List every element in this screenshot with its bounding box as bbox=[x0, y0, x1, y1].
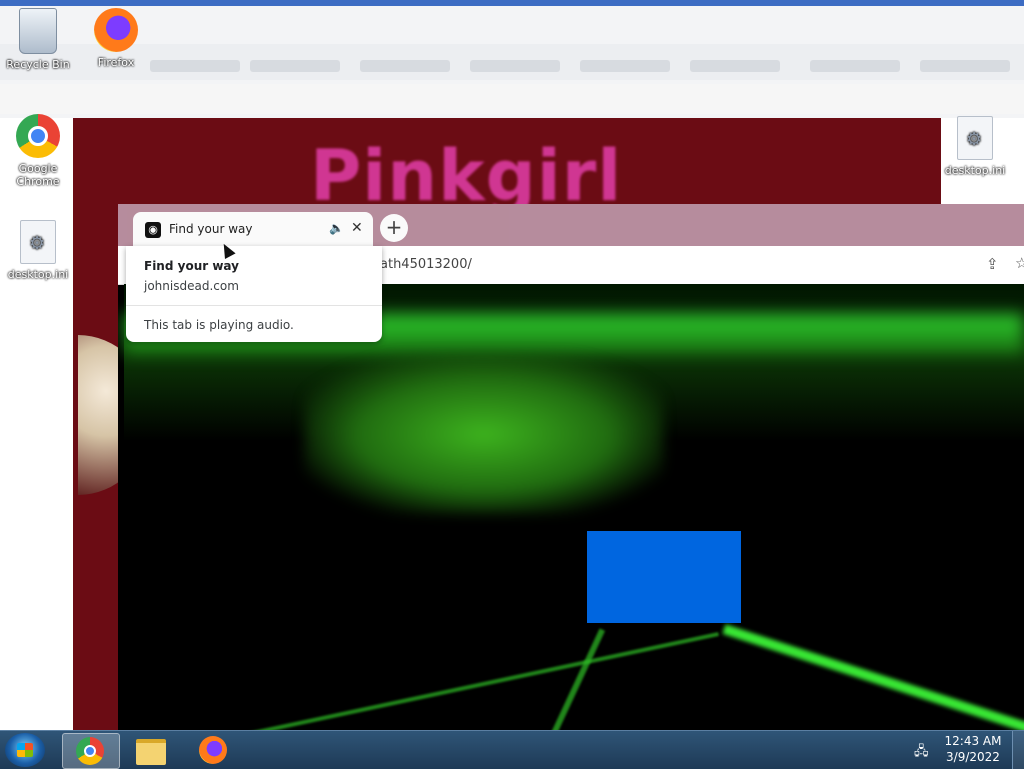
background-tab bbox=[470, 60, 560, 72]
background-tab bbox=[810, 60, 900, 72]
background-title-bar bbox=[0, 0, 1024, 6]
firefox-taskbar-button[interactable] bbox=[186, 733, 242, 767]
background-tab bbox=[690, 60, 780, 72]
show-desktop-button[interactable] bbox=[1012, 731, 1024, 769]
desktop-icon-google-chrome[interactable]: Google Chrome bbox=[0, 114, 76, 188]
folder-icon bbox=[136, 739, 166, 765]
speaker-icon[interactable]: 🔈 bbox=[329, 221, 344, 235]
road-line bbox=[722, 624, 1024, 734]
hover-card-domain: johnisdead.com bbox=[144, 279, 239, 293]
tab-strip: ◉ Find your way 🔈 ✕ + bbox=[118, 204, 1024, 246]
tab-find-your-way[interactable]: ◉ Find your way 🔈 ✕ bbox=[133, 212, 373, 246]
desktop-icon-label: Recycle Bin bbox=[6, 58, 70, 71]
background-tab bbox=[150, 60, 240, 72]
desktop-icon-recycle-bin[interactable]: Recycle Bin bbox=[0, 8, 76, 71]
chrome-taskbar-button[interactable] bbox=[62, 733, 120, 769]
blue-overlay-rectangle bbox=[587, 531, 741, 623]
desktop-icon-label: desktop.ini bbox=[7, 268, 69, 281]
tab-hover-card: Find your way johnisdead.com This tab is… bbox=[126, 246, 382, 342]
chrome-icon bbox=[76, 737, 104, 765]
recycle-bin-icon bbox=[19, 8, 57, 54]
page-video-content[interactable] bbox=[124, 284, 1024, 734]
address-bar-url[interactable]: ath45013200/ bbox=[380, 257, 472, 272]
taskbar: 🖧 12:43 AM 3/9/2022 bbox=[0, 730, 1024, 769]
settings-file-icon bbox=[957, 116, 993, 160]
desktop-icon-label: desktop.ini bbox=[944, 164, 1006, 177]
hover-card-title: Find your way bbox=[144, 259, 239, 273]
background-tab bbox=[580, 60, 670, 72]
desktop-icon-label: Google Chrome bbox=[16, 162, 60, 188]
share-icon[interactable]: ⇪ bbox=[986, 255, 999, 273]
divider bbox=[126, 305, 382, 306]
background-tab bbox=[920, 60, 1010, 72]
file-explorer-taskbar-button[interactable] bbox=[124, 733, 180, 767]
desktop-icon-desktop-ini[interactable]: desktop.ini bbox=[0, 220, 76, 281]
settings-file-icon bbox=[20, 220, 56, 264]
background-tab bbox=[360, 60, 450, 72]
site-favicon-icon: ◉ bbox=[145, 222, 161, 238]
road-line bbox=[548, 628, 606, 734]
start-button[interactable] bbox=[5, 733, 45, 767]
firefox-icon bbox=[94, 8, 138, 52]
desktop-icon-desktop-ini[interactable]: desktop.ini bbox=[937, 116, 1013, 177]
road-line bbox=[229, 632, 719, 734]
background-tab bbox=[250, 60, 340, 72]
close-icon[interactable]: ✕ bbox=[351, 220, 363, 236]
clock-date[interactable]: 3/9/2022 bbox=[944, 750, 1002, 764]
desktop-icon-firefox[interactable]: Firefox bbox=[78, 8, 154, 69]
network-icon[interactable]: 🖧 bbox=[914, 742, 929, 764]
clock-time[interactable]: 12:43 AM bbox=[944, 734, 1002, 748]
green-cloud bbox=[304, 354, 664, 514]
chrome-icon bbox=[16, 114, 60, 158]
star-icon[interactable]: ☆ bbox=[1015, 254, 1024, 272]
hover-card-audio-status: This tab is playing audio. bbox=[144, 318, 294, 332]
tab-title: Find your way bbox=[169, 222, 253, 236]
new-tab-button[interactable]: + bbox=[380, 214, 408, 242]
plus-icon: + bbox=[385, 215, 403, 239]
background-bookmark-bar bbox=[0, 84, 1024, 114]
desktop-icon-label: Firefox bbox=[97, 56, 135, 69]
firefox-icon bbox=[199, 736, 227, 764]
